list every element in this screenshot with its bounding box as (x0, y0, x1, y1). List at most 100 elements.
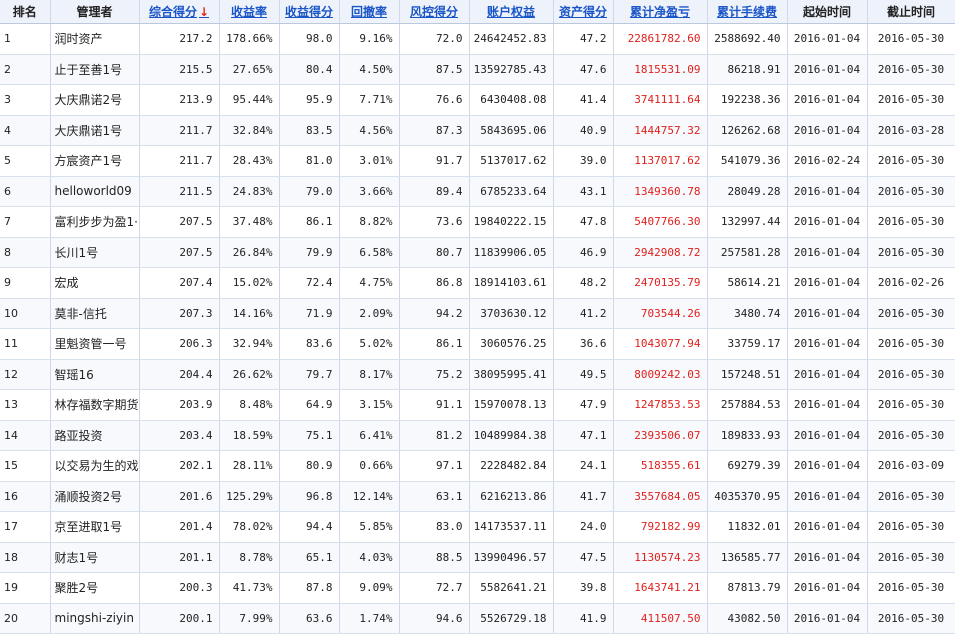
col-score-cell: 201.1 (139, 542, 220, 573)
col-rank-cell: 19 (0, 572, 51, 604)
col-asset-score-cell: 48.2 (553, 267, 614, 299)
col-manager-cell: 聚胜2号 (50, 572, 140, 604)
col-risk-score-cell: 97.1 (399, 450, 470, 482)
col-score-cell: 203.9 (139, 389, 220, 421)
col-return-cell: 178.66% (219, 23, 280, 55)
col-equity-cell: 2228482.84 (469, 450, 554, 482)
col-drawdown-cell: 9.09% (339, 572, 400, 604)
col-net-pnl-cell: 1815531.09 (613, 54, 708, 85)
col-score-cell: 207.3 (139, 298, 220, 329)
col-manager-cell: 涌顺投资2号 (50, 481, 140, 512)
col-drawdown-cell: 8.17% (339, 359, 400, 390)
col-rank-cell: 5 (0, 145, 51, 177)
col-end-date-cell: 2016-05-30 (867, 145, 955, 177)
col-end-date-cell: 2016-05-30 (867, 542, 955, 573)
col-return-cell: 27.65% (219, 54, 280, 85)
col-rank-cell: 7 (0, 206, 51, 238)
col-risk-score-cell: 75.2 (399, 359, 470, 390)
col-fees-cell: 2588692.40 (707, 23, 788, 55)
col-asset-score-header[interactable]: 资产得分 (553, 0, 614, 24)
col-rank-cell: 14 (0, 420, 51, 451)
col-fees-header[interactable]: 累计手续费 (707, 0, 788, 24)
col-drawdown-cell: 5.02% (339, 328, 400, 360)
col-drawdown-cell: 4.03% (339, 542, 400, 573)
col-drawdown-header[interactable]: 回撤率 (339, 0, 400, 24)
col-drawdown-cell: 4.56% (339, 115, 400, 146)
col-return-score-cell: 87.8 (279, 572, 340, 604)
col-net-pnl-cell: 2393506.07 (613, 420, 708, 451)
col-start-date-cell: 2016-02-24 (787, 145, 868, 177)
col-fees-cell: 87813.79 (707, 572, 788, 604)
col-start-date-cell: 2016-01-04 (787, 267, 868, 299)
table-row: 18 财志1号 201.1 8.78% 65.1 4.03% 88.5 13990496.57… (0, 542, 955, 573)
col-return-cell: 26.84% (219, 237, 280, 268)
col-start-date-cell: 2016-01-04 (787, 84, 868, 116)
col-fees-cell: 86218.91 (707, 54, 788, 85)
col-start-date-header: 起始时间 (787, 0, 868, 24)
col-manager-cell: 财志1号 (50, 542, 140, 573)
col-manager-cell: 止于至善1号 (50, 54, 140, 85)
col-risk-score-cell: 72.0 (399, 23, 470, 55)
col-return-score-cell: 80.4 (279, 54, 340, 85)
col-asset-score-cell: 47.8 (553, 206, 614, 238)
col-return-cell: 32.84% (219, 115, 280, 146)
col-risk-score-cell: 83.0 (399, 511, 470, 543)
col-return-cell: 8.78% (219, 542, 280, 573)
col-equity-cell: 6785233.64 (469, 176, 554, 207)
col-return-score-cell: 79.0 (279, 176, 340, 207)
col-return-score-header[interactable]: 收益得分 (279, 0, 340, 24)
col-fees-cell: 28049.28 (707, 176, 788, 207)
col-return-header[interactable]: 收益率 (219, 0, 280, 24)
col-equity-cell: 11839906.05 (469, 237, 554, 268)
col-asset-score-cell: 47.2 (553, 23, 614, 55)
col-drawdown-cell: 5.85% (339, 511, 400, 543)
col-return-cell: 24.83% (219, 176, 280, 207)
table-row: 10 莫非-信托 207.3 14.16% 71.9 2.09% 94.2 3703630.1… (0, 298, 955, 329)
col-end-date-cell: 2016-05-30 (867, 603, 955, 634)
col-return-score-cell: 64.9 (279, 389, 340, 421)
table-row: 3 大庆鼎诺2号 213.9 95.44% 95.9 7.71% 76.6 6430408.0… (0, 84, 955, 116)
col-manager-cell: 以交易为生的戏 (50, 450, 140, 482)
col-drawdown-cell: 4.75% (339, 267, 400, 299)
table-row: 17 京至进取1号 201.4 78.02% 94.4 5.85% 83.0 14173537… (0, 511, 955, 543)
col-score-header[interactable]: 综合得分 ↓ (139, 0, 220, 24)
col-risk-score-cell: 89.4 (399, 176, 470, 207)
col-return-score-cell: 94.4 (279, 511, 340, 543)
col-risk-score-cell: 91.1 (399, 389, 470, 421)
col-drawdown-cell: 7.71% (339, 84, 400, 116)
col-net-pnl-cell: 2470135.79 (613, 267, 708, 299)
col-equity-header[interactable]: 账户权益 (469, 0, 554, 24)
col-score-cell: 207.5 (139, 206, 220, 238)
col-drawdown-cell: 3.15% (339, 389, 400, 421)
col-drawdown-cell: 1.74% (339, 603, 400, 634)
col-end-date-cell: 2016-05-30 (867, 23, 955, 55)
col-equity-cell: 18914103.61 (469, 267, 554, 299)
col-return-cell: 28.11% (219, 450, 280, 482)
col-end-date-cell: 2016-05-30 (867, 237, 955, 268)
col-equity-cell: 38095995.41 (469, 359, 554, 390)
col-return-cell: 7.99% (219, 603, 280, 634)
col-rank-cell: 11 (0, 328, 51, 360)
col-manager-cell: 莫非-信托 (50, 298, 140, 329)
col-start-date-cell: 2016-01-04 (787, 389, 868, 421)
col-net-pnl-header[interactable]: 累计净盈亏 (613, 0, 708, 24)
col-end-date-cell: 2016-05-30 (867, 389, 955, 421)
col-fees-cell: 126262.68 (707, 115, 788, 146)
col-start-date-cell: 2016-01-04 (787, 603, 868, 634)
col-net-pnl-cell: 1130574.23 (613, 542, 708, 573)
col-risk-score-cell: 81.2 (399, 420, 470, 451)
col-manager-cell: 路亚投资 (50, 420, 140, 451)
col-equity-cell: 19840222.15 (469, 206, 554, 238)
col-score-cell: 213.9 (139, 84, 220, 116)
col-risk-score-header[interactable]: 风控得分 (399, 0, 470, 24)
col-asset-score-cell: 46.9 (553, 237, 614, 268)
col-fees-cell: 257884.53 (707, 389, 788, 421)
col-end-date-cell: 2016-05-30 (867, 328, 955, 360)
col-drawdown-cell: 3.66% (339, 176, 400, 207)
col-rank-cell: 2 (0, 54, 51, 85)
col-net-pnl-cell: 2942908.72 (613, 237, 708, 268)
col-score-cell: 200.1 (139, 603, 220, 634)
col-return-score-cell: 63.6 (279, 603, 340, 634)
table-row: 16 涌顺投资2号 201.6 125.29% 96.8 12.14% 63.1 621621… (0, 481, 955, 512)
table-row: 11 里魁资管一号 206.3 32.94% 83.6 5.02% 86.1 3060576.… (0, 328, 955, 360)
